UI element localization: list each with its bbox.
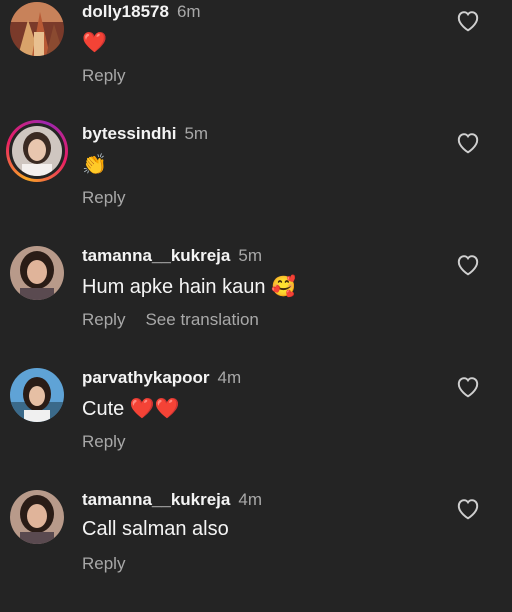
comment-text: ❤️ bbox=[82, 32, 107, 54]
reply-button[interactable]: Reply bbox=[82, 310, 125, 329]
like-heart-icon[interactable] bbox=[455, 496, 481, 520]
like-heart-icon[interactable] bbox=[455, 130, 481, 154]
like-heart-icon[interactable] bbox=[455, 374, 481, 398]
comment-actions: Reply bbox=[82, 66, 145, 86]
timestamp: 4m bbox=[217, 368, 242, 387]
comment-header: bytessindhi 5m bbox=[82, 124, 208, 144]
comment-item: tamanna__kukreja 5m Hum apke hain kaun 🥰 … bbox=[0, 246, 512, 368]
comment-actions: Reply bbox=[82, 432, 145, 452]
comment-header: tamanna__kukreja 5m bbox=[82, 246, 262, 266]
avatar-image bbox=[10, 368, 64, 422]
avatar-image bbox=[10, 2, 64, 56]
username[interactable]: tamanna__kukreja bbox=[82, 246, 230, 265]
avatar[interactable] bbox=[10, 368, 64, 422]
reply-button[interactable]: Reply bbox=[82, 554, 125, 573]
avatar[interactable] bbox=[10, 246, 64, 300]
reply-button[interactable]: Reply bbox=[82, 188, 125, 207]
avatar[interactable] bbox=[6, 120, 68, 182]
username[interactable]: tamanna__kukreja bbox=[82, 490, 230, 509]
comment-text: Hum apke hain kaun 🥰 bbox=[82, 276, 296, 298]
comment-item: parvathykapoor 4m Cute ❤️❤️ Reply bbox=[0, 368, 512, 490]
username[interactable]: bytessindhi bbox=[82, 124, 176, 143]
comment-header: parvathykapoor 4m bbox=[82, 368, 241, 388]
comment-text: 👏 bbox=[82, 154, 107, 176]
comment-text: Call salman also bbox=[82, 518, 229, 540]
comment-actions: Reply bbox=[82, 188, 145, 208]
comment-item: dolly18578 6m ❤️ Reply bbox=[0, 2, 512, 124]
see-translation-button[interactable]: See translation bbox=[145, 310, 258, 329]
comment-header: tamanna__kukreja 4m bbox=[82, 490, 262, 510]
timestamp: 5m bbox=[184, 124, 209, 143]
comment-actions: Reply See translation bbox=[82, 310, 279, 330]
avatar-image bbox=[10, 246, 64, 300]
reply-button[interactable]: Reply bbox=[82, 432, 125, 451]
username[interactable]: dolly18578 bbox=[82, 2, 169, 21]
comment-item: bytessindhi 5m 👏 Reply bbox=[0, 120, 512, 246]
comment-text: Cute ❤️❤️ bbox=[82, 398, 180, 420]
story-ring bbox=[6, 120, 68, 182]
reply-button[interactable]: Reply bbox=[82, 66, 125, 85]
timestamp: 4m bbox=[238, 490, 262, 509]
timestamp: 6m bbox=[176, 2, 201, 21]
comment-header: dolly18578 6m bbox=[82, 2, 201, 22]
avatar-image bbox=[12, 126, 62, 176]
like-heart-icon[interactable] bbox=[455, 8, 481, 32]
comment-actions: Reply bbox=[82, 554, 145, 574]
avatar-image bbox=[10, 490, 64, 544]
username[interactable]: parvathykapoor bbox=[82, 368, 210, 387]
like-heart-icon[interactable] bbox=[455, 252, 481, 276]
avatar[interactable] bbox=[10, 490, 64, 544]
timestamp: 5m bbox=[238, 246, 262, 265]
avatar[interactable] bbox=[10, 2, 64, 56]
